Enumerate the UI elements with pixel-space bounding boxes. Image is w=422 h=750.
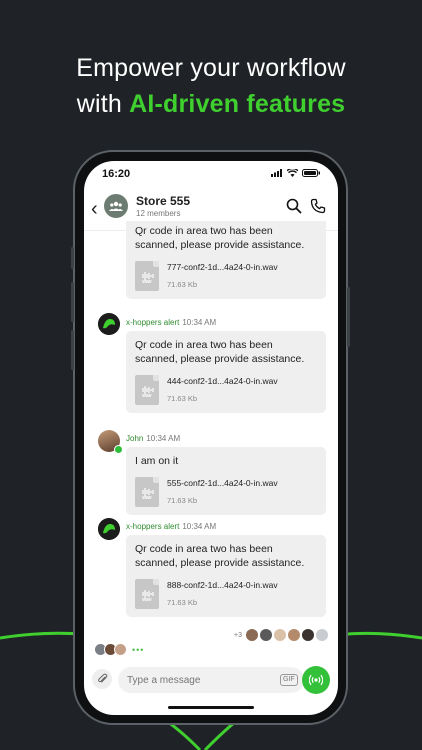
members-count: 12 members [136,209,181,218]
reader-avatar [316,629,328,641]
audio-attachment[interactable]: wav 888-conf2-1d...4a24-0-in.wav 71.63 K… [135,578,317,610]
chat-title[interactable]: Store 555 [136,194,190,208]
message-sender: John 10:34 AM [126,434,180,443]
phone-icon[interactable] [310,198,326,214]
bot-logo-icon [98,518,120,540]
message-text: Qr code in area two has been scanned, pl… [135,339,305,365]
message-text: I am on it [135,455,179,467]
headline-prefix: with [76,90,130,118]
phone-screen: 16:20 ‹ Store 555 12 members Qr code in … [84,161,338,715]
search-icon[interactable] [286,198,302,214]
reader-avatar [288,629,300,641]
sender-name: John [126,434,144,443]
online-status-dot [114,445,123,454]
file-name: 555-conf2-1d...4a24-0-in.wav [167,478,278,488]
message-composer: GIF [84,665,338,697]
reader-avatar [246,629,258,641]
wifi-icon [287,169,298,177]
file-type-label: wav [142,495,152,501]
typing-avatar [114,643,127,656]
bot-avatar[interactable] [98,313,120,335]
message-sender: x-hoppers alert 10:34 AM [126,318,216,327]
headline-accent: AI-driven features [129,90,346,118]
wav-file-icon: wav [135,375,159,405]
headline-line-1: Empower your workflow [76,54,346,82]
phone-frame: 16:20 ‹ Store 555 12 members Qr code in … [71,150,350,725]
broadcast-icon [309,674,323,686]
file-type-label: wav [142,393,152,399]
message-input[interactable] [118,667,304,693]
sender-name: x-hoppers alert [126,318,180,327]
sender-name: x-hoppers alert [126,522,180,531]
file-size: 71.63 Kb [167,598,198,607]
file-size: 71.63 Kb [167,280,198,289]
read-extra-count: +3 [234,631,242,639]
file-name: 777-conf2-1d...4a24-0-in.wav [167,262,278,272]
audio-attachment[interactable]: wav 777-conf2-1d...4a24-0-in.wav 71.63 K… [135,260,317,292]
typing-dots: ••• [132,644,145,655]
typing-indicator: ••• [94,643,144,656]
phone-side-button [71,247,74,269]
message-bubble[interactable]: Qr code in area two has been scanned, pl… [126,535,326,617]
status-bar: 16:20 [84,161,338,187]
audio-attachment[interactable]: wav 555-conf2-1d...4a24-0-in.wav 71.63 K… [135,476,317,508]
message-text: Qr code in area two has been scanned, pl… [135,225,305,251]
message-text: Qr code in area two has been scanned, pl… [135,543,305,569]
headline-line-2: with AI-driven features [0,86,422,122]
group-icon[interactable] [104,194,128,218]
reader-avatar [302,629,314,641]
bot-logo-icon [98,313,120,335]
signal-icon [271,169,282,177]
home-indicator[interactable] [168,706,254,709]
file-name: 888-conf2-1d...4a24-0-in.wav [167,580,278,590]
paperclip-icon [97,673,107,683]
message-time: 10:34 AM [182,522,217,531]
wav-file-icon: wav [135,579,159,609]
marketing-headline: Empower your workflow with AI-driven fea… [0,50,422,122]
file-name: 444-conf2-1d...4a24-0-in.wav [167,376,278,386]
reader-avatar [274,629,286,641]
back-chevron-icon[interactable]: ‹ [91,199,98,219]
message-list[interactable]: Qr code in area two has been scanned, pl… [84,221,338,661]
push-to-talk-button[interactable] [302,666,330,694]
phone-side-button [71,330,74,370]
bot-avatar[interactable] [98,518,120,540]
wav-file-icon: wav [135,477,159,507]
message-time: 10:34 AM [182,318,217,327]
phone-side-button [71,282,74,322]
phone-side-button [347,287,350,347]
file-size: 71.63 Kb [167,394,198,403]
read-receipts[interactable]: +3 [234,629,328,641]
attach-button[interactable] [92,669,112,689]
file-size: 71.63 Kb [167,496,198,505]
message-sender: x-hoppers alert 10:34 AM [126,522,216,531]
status-icons [271,169,320,177]
message-bubble[interactable]: Qr code in area two has been scanned, pl… [126,221,326,299]
reader-avatar [260,629,272,641]
battery-icon [302,169,320,177]
file-type-label: wav [142,597,152,603]
message-time: 10:34 AM [146,434,181,443]
audio-attachment[interactable]: wav 444-conf2-1d...4a24-0-in.wav 71.63 K… [135,374,317,406]
message-bubble[interactable]: I am on it wav 555-conf2-1d...4a24-0-in.… [126,447,326,515]
status-time: 16:20 [102,168,131,180]
file-type-label: wav [142,279,152,285]
message-bubble[interactable]: Qr code in area two has been scanned, pl… [126,331,326,413]
wav-file-icon: wav [135,261,159,291]
group-people-icon [109,201,123,211]
gif-button[interactable]: GIF [280,674,298,686]
